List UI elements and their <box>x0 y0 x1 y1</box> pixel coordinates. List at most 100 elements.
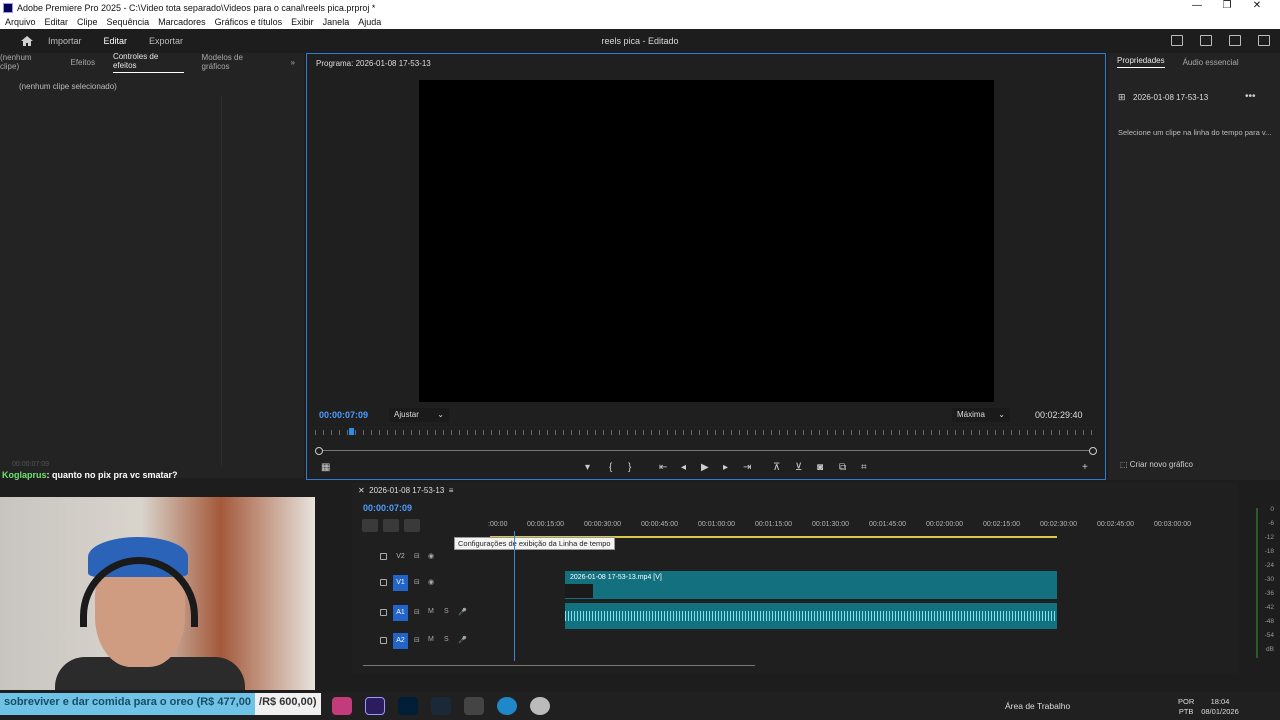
sync-lock-icon[interactable]: ⊟ <box>414 608 420 616</box>
chrome-icon[interactable] <box>332 697 352 715</box>
linked-selection-icon[interactable] <box>404 519 420 532</box>
more-options-icon[interactable]: ••• <box>1245 91 1256 102</box>
mute-icon[interactable]: M <box>428 608 434 615</box>
chevron-right-icon[interactable]: » <box>291 58 295 67</box>
share-icon[interactable] <box>1200 35 1212 46</box>
timeline-playhead[interactable] <box>514 531 515 661</box>
fit-dropdown[interactable]: Ajustar ⌄ <box>389 408 449 422</box>
menu-arquivo[interactable]: Arquivo <box>0 17 40 27</box>
app-icon[interactable] <box>530 697 550 715</box>
sync-lock-icon[interactable]: ⊟ <box>414 636 420 644</box>
lock-icon[interactable] <box>380 609 387 616</box>
language-indicator[interactable]: POR PTB <box>1178 697 1194 717</box>
play-icon[interactable]: ▶ <box>701 462 709 473</box>
step-forward-icon[interactable]: ▸ <box>723 462 728 473</box>
solo-icon[interactable]: S <box>444 608 449 615</box>
maximize-button[interactable]: ❐ <box>1212 0 1242 11</box>
track-a2[interactable]: A2 ⊟ M S 🎤 <box>352 631 1222 655</box>
camera-icon[interactable]: ◙ <box>817 462 823 473</box>
step-back-icon[interactable]: ◂ <box>681 462 686 473</box>
desktop-label[interactable]: Área de Trabalho <box>1005 701 1070 711</box>
lock-icon[interactable] <box>380 637 387 644</box>
eye-icon[interactable]: ◉ <box>428 578 434 586</box>
lift-icon[interactable]: ⊼ <box>773 462 780 473</box>
quality-value: Máxima <box>957 410 986 419</box>
tab-source[interactable]: (nenhum clipe) <box>0 53 52 71</box>
timeline-timecode[interactable]: 00:00:07:09 <box>363 503 412 513</box>
track-label[interactable]: A2 <box>393 633 408 649</box>
tab-effects[interactable]: Efeitos <box>70 58 94 67</box>
minimize-button[interactable]: — <box>1182 0 1212 11</box>
program-zoom-scrollbar[interactable] <box>315 447 1097 455</box>
menu-exibir[interactable]: Exibir <box>286 17 318 27</box>
menu-editar[interactable]: Editar <box>40 17 73 27</box>
program-timecode[interactable]: 00:00:07:09 <box>319 410 368 420</box>
ruler-label: 00:00:30:00 <box>584 521 621 528</box>
tab-exportar[interactable]: Exportar <box>149 36 183 46</box>
home-icon[interactable] <box>20 35 34 47</box>
mark-in-icon[interactable]: { <box>609 462 612 473</box>
fullscreen-icon[interactable] <box>1258 35 1270 46</box>
menu-icon[interactable] <box>1229 35 1241 46</box>
steam-icon[interactable] <box>431 697 451 715</box>
settings-icon[interactable]: ▦ <box>321 462 330 473</box>
lock-icon[interactable] <box>380 579 387 586</box>
go-to-out-icon[interactable]: ⇥ <box>743 462 751 473</box>
add-marker-icon[interactable] <box>425 519 441 532</box>
mute-icon[interactable]: M <box>428 636 434 643</box>
timeline-zoom-scrollbar[interactable] <box>363 665 755 666</box>
program-ruler[interactable] <box>315 426 1097 438</box>
photoshop-icon[interactable] <box>398 697 418 715</box>
snap-icon[interactable] <box>383 519 399 532</box>
program-title[interactable]: Programa: 2026-01-08 17-53-13 <box>316 59 431 68</box>
tab-essential-audio[interactable]: Áudio essencial <box>1183 58 1239 67</box>
menu-ajuda[interactable]: Ajuda <box>353 17 385 27</box>
sequence-tab[interactable]: ✕ 2026-01-08 17-53-13 ≡ <box>358 486 453 495</box>
premiere-icon[interactable] <box>365 697 385 715</box>
marker-icon[interactable]: ▾ <box>585 462 590 473</box>
tab-graphic-templates[interactable]: Modelos de gráficos <box>202 53 273 71</box>
menu-sequencia[interactable]: Sequência <box>102 17 154 27</box>
track-label[interactable]: V1 <box>393 575 408 591</box>
audio-clip[interactable] <box>565 603 1057 629</box>
add-button-icon[interactable]: + <box>1082 462 1088 473</box>
edge-icon[interactable] <box>497 697 517 715</box>
tab-importar[interactable]: Importar <box>48 36 82 46</box>
mark-out-icon[interactable]: } <box>628 462 631 473</box>
tab-effect-controls[interactable]: Controles de efeitos <box>112 52 184 73</box>
track-v2[interactable]: V2 ⊟ ◉ <box>352 547 1222 569</box>
program-playhead[interactable] <box>349 428 354 435</box>
eye-icon[interactable]: ◉ <box>428 552 434 560</box>
menu-marcadores[interactable]: Marcadores <box>153 17 210 27</box>
tab-properties[interactable]: Propriedades <box>1117 56 1165 68</box>
obs-icon[interactable] <box>464 697 484 715</box>
video-clip[interactable]: 2026-01-08 17-53-13.mp4 [V] <box>565 571 1057 599</box>
wrench-icon[interactable] <box>446 519 462 532</box>
microphone-icon[interactable]: 🎤 <box>458 608 467 616</box>
close-button[interactable]: ✕ <box>1242 0 1272 11</box>
video-preview[interactable] <box>419 80 994 402</box>
go-to-in-icon[interactable]: ⇤ <box>659 462 667 473</box>
quality-dropdown[interactable]: Máxima ⌄ <box>952 408 1010 422</box>
menu-janela[interactable]: Janela <box>318 17 354 27</box>
captions-icon[interactable] <box>467 519 483 532</box>
sync-lock-icon[interactable]: ⊟ <box>414 552 420 560</box>
lock-icon[interactable] <box>380 553 387 560</box>
menu-clipe[interactable]: Clipe <box>72 17 102 27</box>
compare-icon[interactable]: ⧉ <box>839 462 846 473</box>
safe-margins-icon[interactable]: ⌗ <box>861 462 867 473</box>
menu-graficos[interactable]: Gráficos e títulos <box>210 17 287 27</box>
clock[interactable]: 18:04 08/01/2026 <box>1200 697 1240 717</box>
track-label[interactable]: A1 <box>393 605 408 621</box>
sync-lock-icon[interactable]: ⊟ <box>414 578 420 586</box>
microphone-icon[interactable]: 🎤 <box>458 636 467 644</box>
insert-nest-icon[interactable] <box>362 519 378 532</box>
create-graphic-button[interactable]: ⬚ Criar novo gráfico <box>1120 460 1193 469</box>
timeline-ruler[interactable]: :00:00 00:00:15:00 00:00:30:00 00:00:45:… <box>488 521 1222 533</box>
no-clip-label: (nenhum clipe selecionado) <box>19 82 117 91</box>
tab-editar[interactable]: Editar <box>104 36 128 46</box>
track-label[interactable]: V2 <box>393 549 408 565</box>
extract-icon[interactable]: ⊻ <box>795 462 802 473</box>
solo-icon[interactable]: S <box>444 636 449 643</box>
workspaces-icon[interactable] <box>1171 35 1183 46</box>
